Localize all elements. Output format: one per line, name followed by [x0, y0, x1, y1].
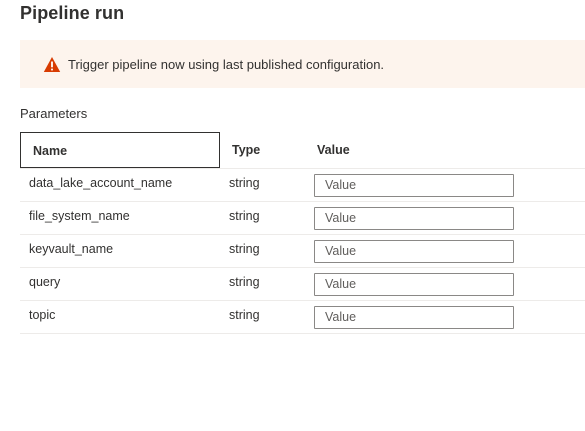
table-row: query string — [20, 268, 585, 301]
parameter-value-cell — [314, 202, 514, 234]
column-header-value[interactable]: Value — [317, 132, 350, 168]
parameter-name: topic — [29, 308, 56, 322]
parameter-type: string — [229, 308, 260, 322]
column-header-type[interactable]: Type — [232, 132, 260, 168]
parameters-label: Parameters — [20, 106, 88, 121]
page-title: Pipeline run — [20, 3, 125, 23]
table-row: file_system_name string — [20, 202, 585, 235]
column-header-name[interactable]: Name — [20, 132, 220, 168]
table-row: data_lake_account_name string — [20, 169, 585, 202]
banner-message: Trigger pipeline now using last publishe… — [68, 56, 385, 72]
parameter-value-input[interactable] — [314, 239, 514, 263]
table-row: topic string — [20, 301, 585, 334]
parameter-name: data_lake_account_name — [29, 176, 173, 190]
warning-banner: Trigger pipeline now using last publishe… — [20, 40, 585, 88]
parameter-value-cell — [314, 268, 514, 300]
parameter-value-input[interactable] — [314, 206, 514, 230]
parameters-table: Name Type Value data_lake_account_name s… — [20, 132, 585, 334]
parameter-type: string — [229, 275, 260, 289]
parameter-type: string — [229, 242, 260, 256]
parameter-name: file_system_name — [29, 209, 130, 223]
table-row: keyvault_name string — [20, 235, 585, 268]
parameter-value-input[interactable] — [314, 272, 514, 296]
parameter-name: keyvault_name — [29, 242, 114, 256]
parameter-value-cell — [314, 235, 514, 267]
parameter-value-input[interactable] — [314, 305, 514, 329]
table-header: Name Type Value — [20, 132, 585, 169]
parameter-name: query — [29, 275, 61, 289]
parameter-value-cell — [314, 169, 514, 201]
parameter-value-cell — [314, 301, 514, 333]
parameter-value-input[interactable] — [314, 173, 514, 197]
warning-icon — [43, 56, 61, 73]
parameter-type: string — [229, 209, 260, 223]
parameter-type: string — [229, 176, 260, 190]
